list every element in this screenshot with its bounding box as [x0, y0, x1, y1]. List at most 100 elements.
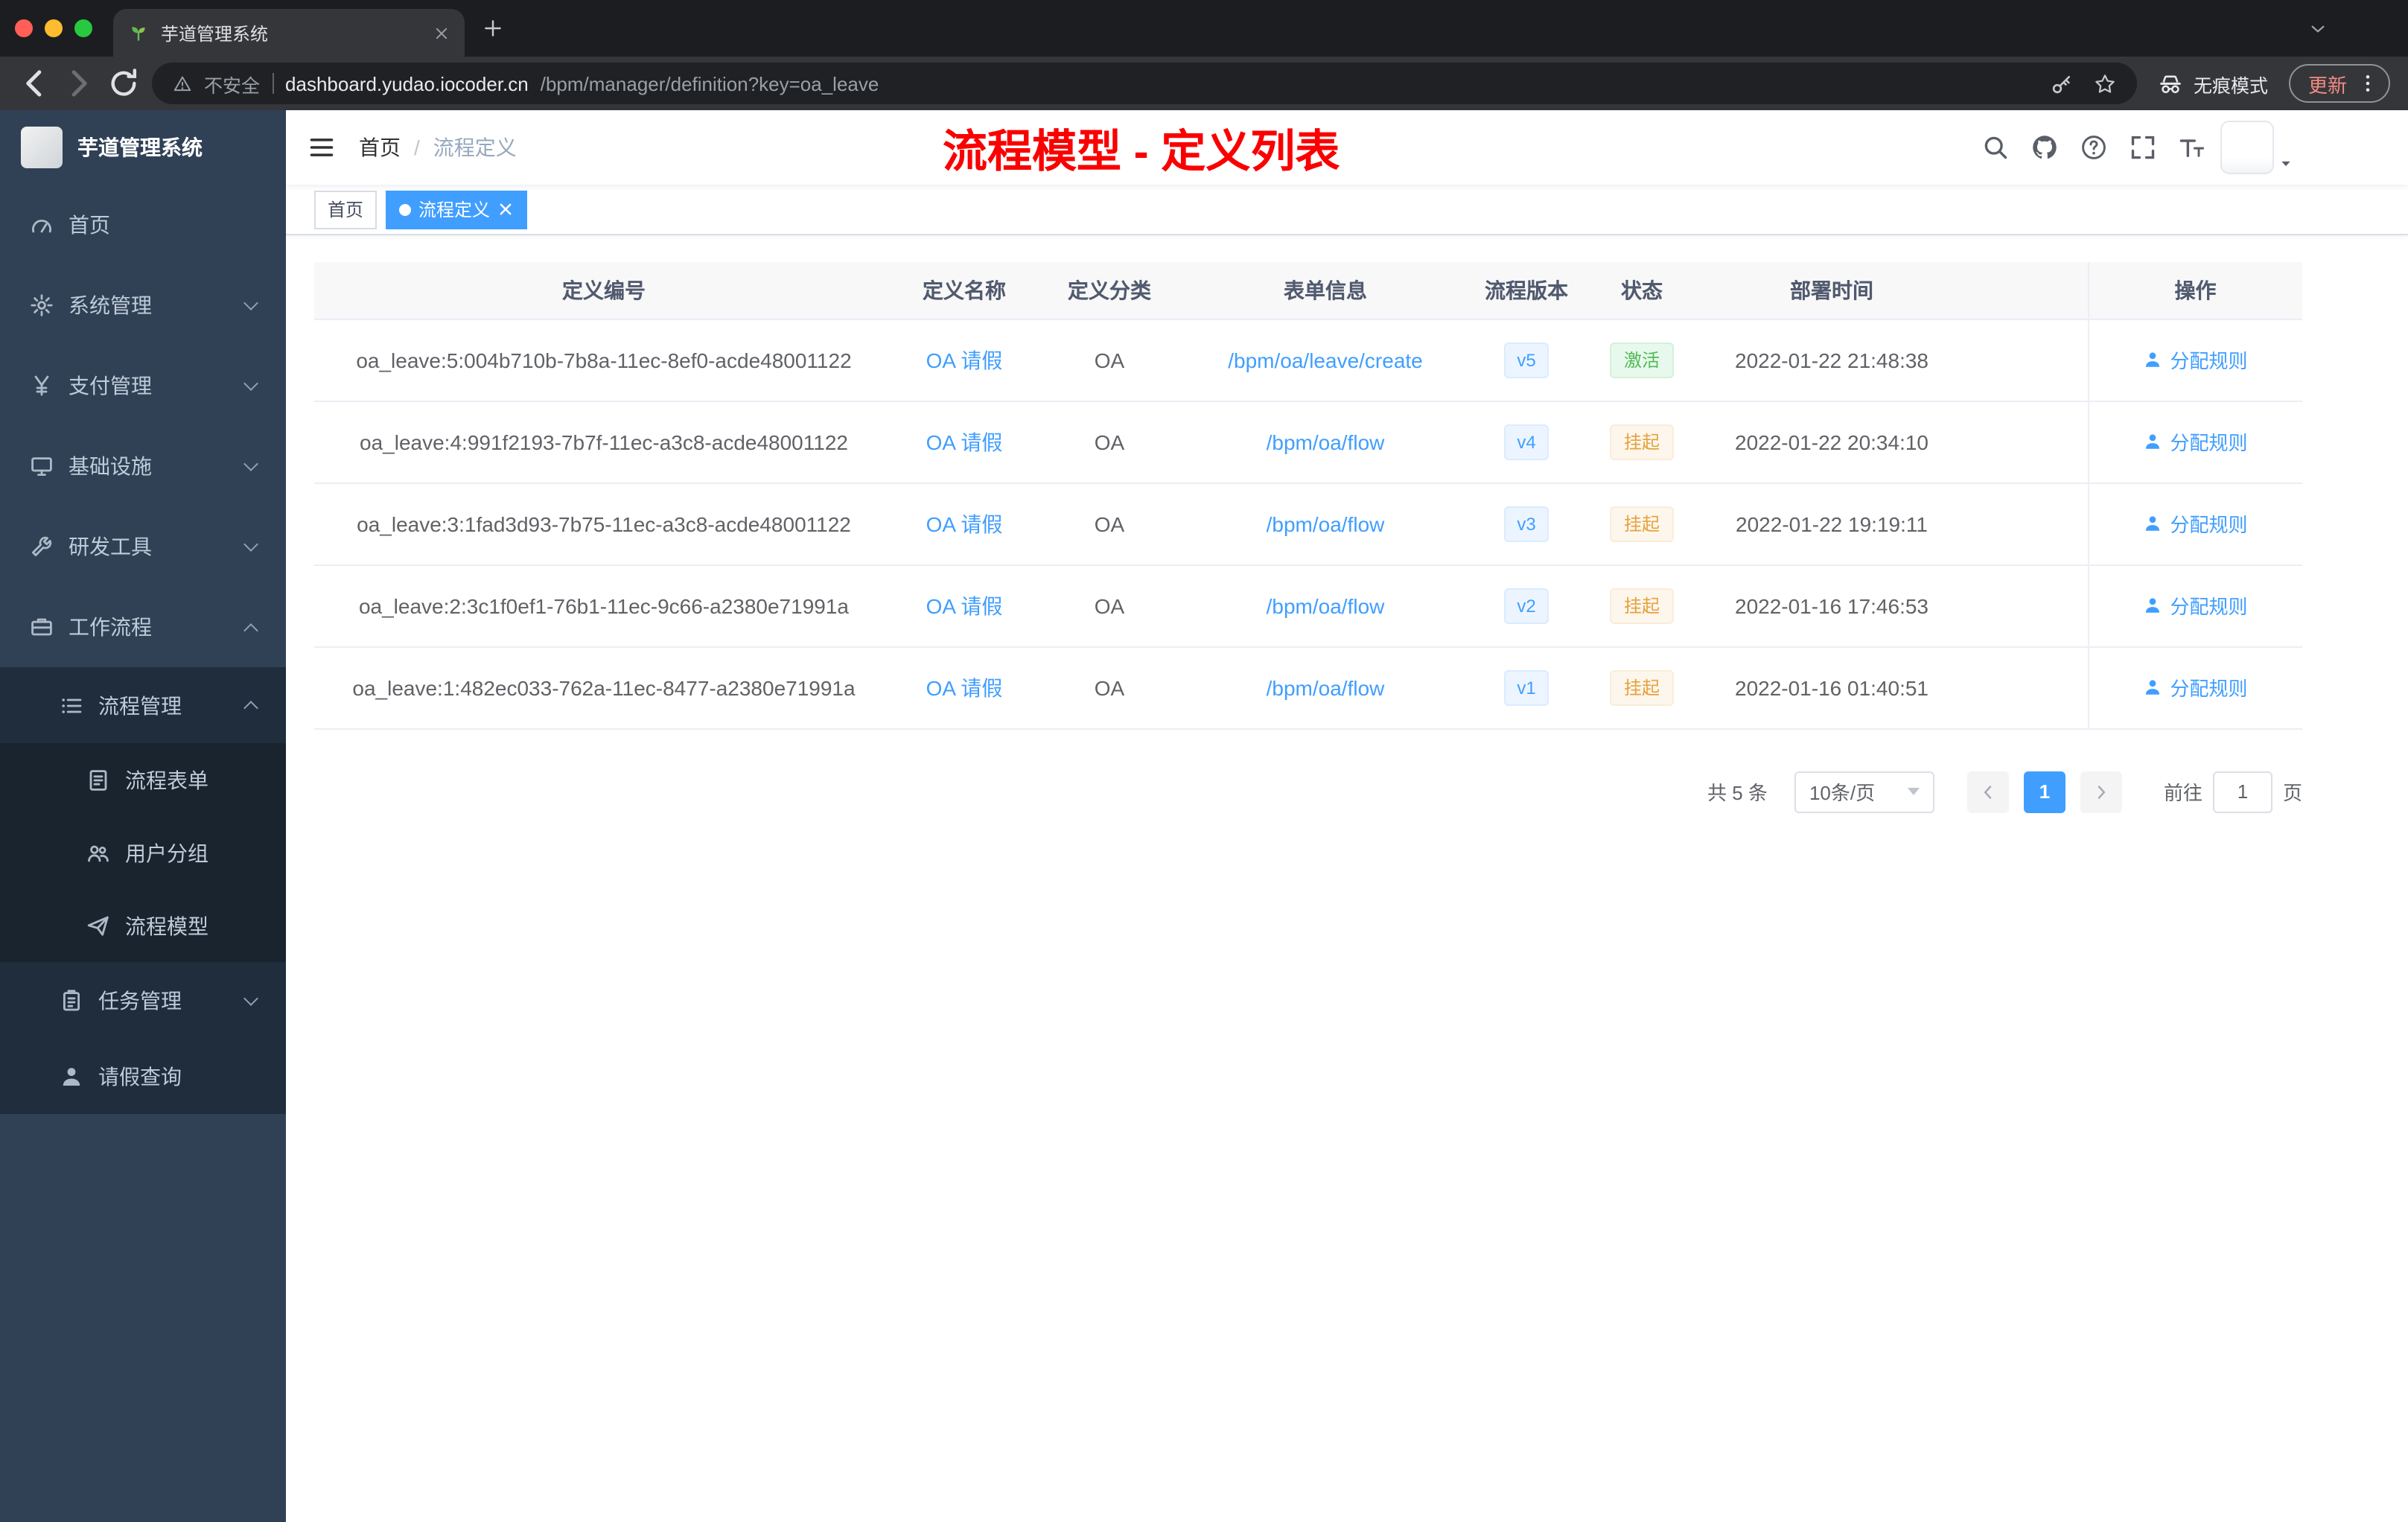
sidebar-menu-item[interactable]: 用户分组: [0, 816, 286, 889]
zoom-window-button[interactable]: [74, 19, 92, 37]
chevron-icon: [243, 376, 258, 391]
form-link[interactable]: /bpm/oa/flow: [1267, 430, 1385, 453]
new-tab-button[interactable]: [482, 18, 503, 39]
search-icon[interactable]: [1982, 134, 2009, 161]
avatar[interactable]: [2220, 121, 2274, 174]
page-goto-input[interactable]: [2212, 771, 2272, 812]
update-label: 更新: [2307, 74, 2347, 96]
sidebar: 芋道管理系统 首页 系统管理 支付管理 基础设施 研发工具 工作流程 流程管理 …: [0, 110, 286, 1522]
list-icon: [60, 693, 83, 717]
page-size-select[interactable]: 10条/页: [1794, 771, 1934, 812]
form-link[interactable]: /bpm/oa/flow: [1267, 512, 1385, 535]
status-tag: 挂起: [1610, 424, 1673, 459]
route-tag-label: 首页: [328, 200, 364, 220]
status-tag: 挂起: [1610, 669, 1673, 705]
sidebar-menu-item[interactable]: 请假查询: [0, 1038, 286, 1114]
definition-name-link[interactable]: OA 请假: [926, 593, 1003, 617]
status-tag: 挂起: [1610, 506, 1673, 541]
spacer: [1966, 646, 2088, 729]
assign-rule-link[interactable]: 分配规则: [2143, 427, 2248, 456]
github-icon[interactable]: [2031, 134, 2058, 161]
workflow-icon: [30, 615, 54, 639]
sidebar-menu-item[interactable]: 系统管理: [0, 265, 286, 346]
version-tag: v2: [1503, 588, 1549, 623]
sidebar-menu-item[interactable]: 基础设施: [0, 426, 286, 506]
assign-rule-link[interactable]: 分配规则: [2143, 509, 2248, 538]
browser-menu-button[interactable]: 更新: [2288, 64, 2390, 103]
browser-toolbar: 不安全 dashboard.yudao.iocoder.cn /bpm/mana…: [0, 57, 2408, 110]
form-link[interactable]: /bpm/oa/leave/create: [1228, 348, 1423, 372]
definition-id: oa_leave:5:004b710b-7b8a-11ec-8ef0-acde4…: [314, 319, 894, 401]
breadcrumb: 首页 流程定义: [359, 133, 517, 162]
star-icon[interactable]: [2094, 72, 2116, 95]
route-tag[interactable]: 首页: [314, 190, 378, 229]
sidebar-menu-item[interactable]: 流程模型: [0, 889, 286, 962]
definition-id: oa_leave:3:1fad3d93-7b75-11ec-a3c8-acde4…: [314, 483, 894, 565]
fullscreen-icon[interactable]: [2130, 134, 2156, 161]
kebab-menu-icon: [2357, 73, 2378, 94]
close-icon[interactable]: [433, 25, 450, 41]
spacer: [1966, 483, 2088, 565]
assign-rule-link[interactable]: 分配规则: [2143, 591, 2248, 620]
breadcrumb-item[interactable]: 流程定义: [433, 133, 517, 162]
sidebar-menu-item[interactable]: 工作流程: [0, 587, 286, 667]
user-menu[interactable]: [2220, 121, 2293, 174]
sidebar-menu-item[interactable]: 流程管理: [0, 667, 286, 743]
chevron-icon: [243, 456, 258, 471]
sidebar-menu-item[interactable]: 支付管理: [0, 346, 286, 426]
definition-name-link[interactable]: OA 请假: [926, 675, 1003, 699]
version-tag: v3: [1503, 506, 1549, 541]
breadcrumb-item[interactable]: 首页: [359, 133, 433, 162]
menu-item-label: 首页: [69, 213, 110, 237]
prev-page-button[interactable]: [1966, 771, 2009, 812]
sidebar-menu-item[interactable]: 首页: [0, 185, 286, 265]
browser-tab-strip: 芋道管理系统: [0, 0, 2408, 57]
back-icon[interactable]: [18, 67, 51, 100]
forward-icon[interactable]: [63, 67, 95, 100]
assign-rule-link[interactable]: 分配规则: [2143, 673, 2248, 701]
close-icon[interactable]: [497, 201, 514, 217]
page-size-value: 10条/页: [1809, 782, 1876, 804]
sidebar-menu-item[interactable]: 研发工具: [0, 506, 286, 587]
definition-name-link[interactable]: OA 请假: [926, 512, 1003, 535]
chevron-down-icon[interactable]: [2308, 19, 2328, 39]
font-size-icon[interactable]: [2179, 134, 2205, 161]
route-tag-label: 流程定义: [418, 200, 491, 220]
menu-item-label: 流程表单: [125, 768, 208, 792]
browser-tab[interactable]: 芋道管理系统: [113, 9, 465, 57]
refresh-icon[interactable]: [107, 67, 140, 100]
definition-name-link[interactable]: OA 请假: [926, 430, 1003, 453]
table-row: oa_leave:3:1fad3d93-7b75-11ec-a3c8-acde4…: [314, 483, 2302, 565]
table-row: oa_leave:2:3c1f0ef1-76b1-11ec-9c66-a2380…: [314, 564, 2302, 647]
question-icon[interactable]: [2080, 134, 2107, 161]
incognito-icon: [2158, 71, 2183, 96]
sidebar-menu-item[interactable]: 任务管理: [0, 962, 286, 1038]
col-form-info: 表单信息: [1184, 262, 1467, 319]
form-link[interactable]: /bpm/oa/flow: [1267, 675, 1385, 699]
spacer: [1966, 564, 2088, 647]
url-host: dashboard.yudao.iocoder.cn: [285, 72, 529, 95]
col-definition-name: 定义名称: [894, 262, 1035, 319]
definition-name-link[interactable]: OA 请假: [926, 348, 1003, 372]
dashboard-icon: [30, 213, 54, 237]
deploy-time: 2022-01-16 17:46:53: [1698, 564, 1966, 647]
monitor-icon: [30, 454, 54, 478]
definition-id: oa_leave:1:482ec033-762a-11ec-8477-a2380…: [314, 646, 894, 729]
minimize-window-button[interactable]: [45, 19, 63, 37]
route-tag[interactable]: 流程定义: [386, 190, 528, 229]
assign-rule-link[interactable]: 分配规则: [2143, 346, 2248, 374]
address-bar[interactable]: 不安全 dashboard.yudao.iocoder.cn /bpm/mana…: [152, 63, 2137, 104]
table-row: oa_leave:4:991f2193-7b7f-11ec-a3c8-acde4…: [314, 401, 2302, 483]
hamburger-icon[interactable]: [308, 134, 335, 161]
sidebar-menu-item[interactable]: 流程表单: [0, 743, 286, 816]
next-page-button[interactable]: [2080, 771, 2122, 812]
close-window-button[interactable]: [15, 19, 33, 37]
current-page[interactable]: 1: [2023, 771, 2065, 812]
key-icon[interactable]: [2051, 72, 2073, 95]
gear-icon: [30, 293, 54, 317]
app-logo[interactable]: 芋道管理系统: [0, 110, 286, 185]
form-link[interactable]: /bpm/oa/flow: [1267, 593, 1385, 617]
spacer: [1966, 319, 2088, 401]
chevron-right-icon: [2092, 783, 2110, 800]
spacer: [1966, 401, 2088, 483]
